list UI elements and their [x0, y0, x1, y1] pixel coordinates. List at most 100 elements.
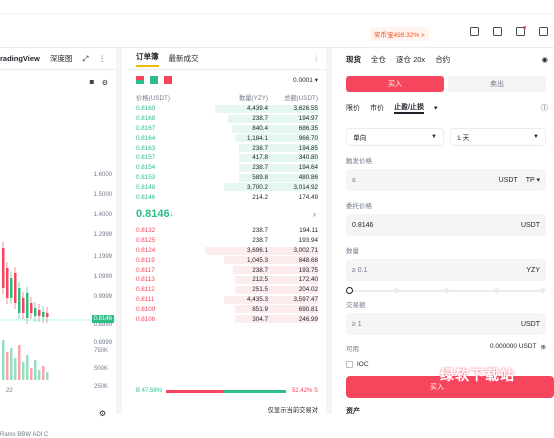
orderbook-row[interactable]: 0.8132 238.7 194.11	[128, 226, 326, 236]
direction-select[interactable]: 单向 ▼	[346, 128, 444, 146]
ioc-checkbox[interactable]	[346, 361, 353, 368]
orderbook-row[interactable]: 0.8153 589.8 480.86	[128, 173, 326, 183]
layout-icon[interactable]	[470, 27, 479, 36]
header-qty: 数量(YZY)	[238, 94, 268, 102]
orderbook-row[interactable]: 0.8125 238.7 193.94	[128, 236, 326, 246]
price-tick: 1.5000	[93, 192, 112, 198]
ratio-bar-sell	[223, 390, 286, 393]
tab-isolated[interactable]: 逐仓 20x	[396, 54, 425, 65]
orderbook-row[interactable]: 0.8109 851.9 690.81	[128, 304, 326, 314]
orderbook-row[interactable]: 0.8112 251.5 204.02	[128, 285, 326, 295]
row-qty: 238.7	[252, 164, 268, 172]
quantity-input[interactable]: ≥ 0.1 YZY	[346, 259, 546, 281]
tab-market[interactable]: 市价	[370, 103, 384, 113]
candle-body	[42, 312, 45, 317]
slider-step[interactable]	[492, 286, 501, 295]
trigger-price-input[interactable]: ≤ USDT TP ▾	[346, 169, 546, 191]
tab-futures[interactable]: 合约	[435, 54, 450, 65]
expand-icon[interactable]: ⤢	[82, 54, 88, 64]
ratio-bar-buy	[166, 390, 224, 393]
row-total: 686.35	[298, 124, 318, 132]
tick-size-value: 0.0001	[293, 77, 313, 84]
asks-only-icon[interactable]	[164, 76, 172, 84]
orderbook-row[interactable]: 0.8169 4,439.4 3,626.55	[128, 104, 326, 114]
tab-tradingview[interactable]: radingView	[0, 54, 40, 63]
row-qty: 851.9	[252, 305, 268, 313]
tab-trades[interactable]: 最新成交	[169, 53, 199, 64]
more-icon[interactable]: ⋮	[313, 54, 321, 63]
orderbook-row[interactable]: 0.8119 1,045.3 848.68	[128, 255, 326, 265]
sell-tab[interactable]: 卖出	[448, 76, 546, 92]
tab-depth[interactable]: 深度图	[50, 53, 73, 64]
orderbook-row[interactable]: 0.8154 238.7 194.64	[128, 163, 326, 173]
amount-unit: USDT	[520, 320, 540, 328]
row-total: 193.75	[298, 266, 318, 274]
indicator-bar[interactable]: Rams BBW ADI C	[0, 432, 48, 438]
row-price: 0.8157	[136, 154, 156, 162]
amount-label: 交易额	[346, 302, 366, 309]
more-icon[interactable]: ⋮	[98, 54, 106, 63]
limit-price-input[interactable]: 0.8146 USDT	[346, 214, 546, 236]
slider-step[interactable]	[392, 286, 401, 295]
row-total: 194.64	[298, 164, 318, 172]
camera-icon[interactable]: ◙	[90, 79, 94, 86]
ratio-bar	[166, 390, 286, 393]
orderbook-row[interactable]: 0.8106 304.7 246.99	[128, 314, 326, 324]
orderbook-row[interactable]: 0.8146 214.2 174.49	[128, 192, 326, 202]
orderbook-row[interactable]: 0.8157 417.8 340.80	[128, 153, 326, 163]
trigger-mode-select[interactable]: TP ▾	[526, 176, 540, 184]
both-sides-icon[interactable]	[136, 76, 144, 84]
chevron-right-icon[interactable]: ›	[313, 209, 316, 219]
amount-slider[interactable]	[346, 285, 547, 297]
slider-step[interactable]	[538, 286, 547, 295]
duration-select[interactable]: 1 天 ▼	[450, 128, 546, 146]
layout-toggles	[136, 76, 172, 84]
bot-icon[interactable]: ◉	[541, 55, 548, 64]
caret-down-icon[interactable]: ▾	[434, 104, 438, 112]
tab-stop[interactable]: 止盈/止损	[394, 102, 424, 114]
orderbook-row[interactable]: 0.8111 4,435.3 3,597.47	[128, 295, 326, 305]
settings-icon[interactable]: ⚙	[102, 79, 108, 87]
qty-placeholder: ≥ 0.1	[352, 266, 368, 274]
orderbook-row[interactable]: 0.8117 238.7 193.75	[128, 265, 326, 275]
amount-input[interactable]: ≥ 1 USDT	[346, 313, 546, 335]
candle-body	[10, 278, 13, 298]
orderbook-row[interactable]: 0.8167 840.4 686.35	[128, 124, 326, 134]
orderbook-row[interactable]: 0.8124 3,696.1 3,002.71	[128, 246, 326, 256]
slider-knob[interactable]	[346, 287, 353, 294]
row-qty: 3,696.1	[246, 246, 268, 254]
orderbook-row[interactable]: 0.8168 238.7 194.97	[128, 114, 326, 124]
add-icon[interactable]: ⊕	[541, 343, 546, 353]
orderbook-row[interactable]: 0.8113 212.5 172.40	[128, 275, 326, 285]
row-qty: 238.7	[252, 115, 268, 123]
down-arrow-icon: ↓	[169, 209, 174, 219]
bids-only-icon[interactable]	[150, 76, 158, 84]
gear-icon[interactable]	[539, 27, 548, 36]
row-total: 193.94	[298, 237, 318, 245]
orderbook-row[interactable]: 0.8148 3,700.2 3,014.92	[128, 182, 326, 192]
tab-limit[interactable]: 限价	[346, 103, 360, 113]
volume-bar	[26, 355, 29, 380]
tab-cross[interactable]: 全仓	[371, 54, 386, 65]
available-value: 0.000000 USDT	[489, 343, 537, 350]
tick-size-select[interactable]: 0.0001 ▾	[293, 76, 318, 84]
tab-orderbook[interactable]: 订单簿	[136, 51, 159, 67]
filter-link[interactable]: 仅显示当前交易对	[268, 405, 318, 414]
slider-step[interactable]	[442, 286, 451, 295]
qty-label: 数量	[346, 248, 359, 255]
tab-spot[interactable]: 现货	[346, 54, 361, 65]
row-total: 690.81	[298, 305, 318, 313]
orderbook-row[interactable]: 0.8163 238.7 194.85	[128, 143, 326, 153]
volume-bar	[14, 358, 17, 380]
row-total: 204.02	[298, 286, 318, 294]
info-icon[interactable]: ⓘ	[541, 103, 548, 113]
orderbook-row[interactable]: 0.8164 1,184.1 966.70	[128, 133, 326, 143]
row-price: 0.8106	[136, 315, 156, 323]
row-total: 194.11	[299, 227, 318, 235]
buy-tab[interactable]: 买入	[346, 76, 444, 92]
bell-icon[interactable]	[516, 26, 526, 36]
orderbook-controls: 0.0001 ▾	[128, 70, 326, 90]
volume-tick: 500K	[93, 366, 108, 372]
promo-badge[interactable]: 奖币宝499.32% >	[370, 27, 429, 41]
book-icon[interactable]	[493, 27, 502, 36]
